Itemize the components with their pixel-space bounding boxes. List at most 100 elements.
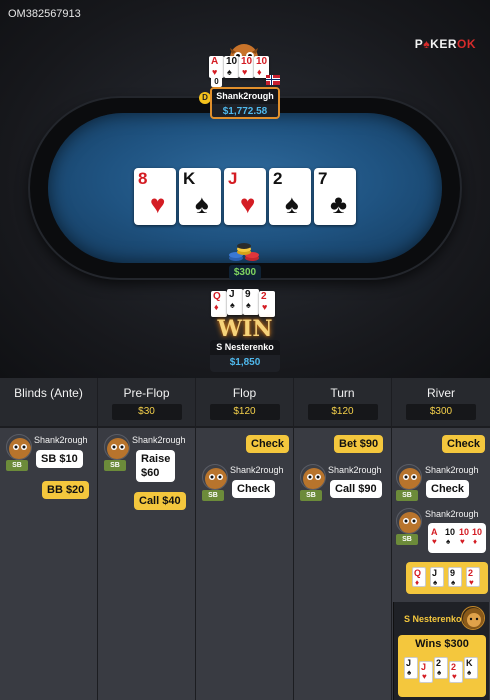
column-title: Turn bbox=[330, 386, 355, 400]
spade-icon: ♠ bbox=[467, 668, 472, 677]
hero-stack: $1,850 bbox=[229, 357, 261, 368]
owl-avatar-icon bbox=[396, 464, 422, 490]
owl-avatar-icon bbox=[300, 464, 326, 490]
column-title: Blinds (Ante) bbox=[14, 386, 83, 400]
winning-board-card: 2 ♠ bbox=[434, 657, 448, 679]
column-pot: $300 bbox=[406, 404, 476, 420]
card-rank: Q bbox=[213, 291, 221, 302]
spade-icon: ♠ bbox=[246, 300, 251, 310]
diamond-icon: ♦ bbox=[257, 67, 262, 77]
card-rank: 7 bbox=[318, 169, 328, 188]
card-rank: Q bbox=[414, 568, 422, 578]
villain-card-2: 10 ♠ bbox=[224, 56, 239, 78]
action-bubble-hero: Check bbox=[442, 435, 486, 453]
showdown-card: 10 ♠ bbox=[444, 527, 458, 547]
spade-icon: ♠ bbox=[437, 668, 442, 677]
action-bubble: SB $10 bbox=[36, 450, 83, 468]
pot-amount: $300 bbox=[229, 265, 261, 280]
column-pot: $120 bbox=[307, 404, 378, 420]
heart-icon: ♥ bbox=[242, 67, 248, 77]
club-icon: ♣ bbox=[330, 189, 348, 219]
position-badge: SB bbox=[6, 460, 28, 471]
hero-card-3: 9 ♠ bbox=[243, 289, 259, 315]
player-name: Shank2rough bbox=[328, 465, 382, 475]
column-title: River bbox=[426, 386, 455, 400]
owl-avatar-icon bbox=[202, 464, 228, 490]
action-bubble-hero: Bet $90 bbox=[334, 435, 384, 453]
chip-stack-icon bbox=[226, 242, 262, 264]
action-bubble: Call $90 bbox=[330, 480, 382, 498]
position-badge: SB bbox=[104, 460, 126, 471]
board-card-1: 8 ♥ bbox=[134, 168, 176, 225]
norway-flag-icon bbox=[266, 75, 280, 85]
column-header: Flop $120 bbox=[196, 378, 293, 428]
position-badge: SB bbox=[396, 490, 418, 501]
spade-icon: ♠ bbox=[285, 189, 299, 219]
card-rank: 10 bbox=[241, 56, 253, 67]
winner-summary: S Nesterenko Wins $300 J ♠ J ♥ 2 ♠ 2 ♥ K ♠ bbox=[393, 602, 489, 700]
heart-icon: ♥ bbox=[422, 672, 427, 681]
card-rank: J bbox=[228, 169, 238, 188]
logo-text-ker: KER bbox=[430, 37, 457, 51]
card-rank: K bbox=[183, 169, 196, 188]
column-pot: $30 bbox=[111, 404, 182, 420]
action-bubble-hero: Check bbox=[246, 435, 290, 453]
column-title: Flop bbox=[232, 386, 257, 400]
villain-nameplate[interactable]: Shank2rough $1,772.58 bbox=[210, 87, 280, 119]
card-rank: 8 bbox=[138, 169, 148, 188]
column-header: Blinds (Ante) bbox=[0, 378, 97, 428]
card-rank: 2 bbox=[451, 662, 457, 672]
action-bubble: Check bbox=[232, 480, 276, 498]
action-bubble: Check bbox=[426, 480, 470, 498]
board-card-2: K ♠ bbox=[179, 168, 221, 225]
heart-icon: ♥ bbox=[460, 537, 465, 546]
action-bubble-hero: Call $40 bbox=[134, 492, 186, 510]
card-rank: A bbox=[431, 527, 438, 537]
board-card-4: 2 ♠ bbox=[269, 168, 311, 225]
villain-name: Shank2rough bbox=[212, 89, 278, 104]
wins-label: Wins $300 bbox=[415, 638, 469, 650]
villain-stack: $1,772.58 bbox=[222, 106, 268, 117]
card-rank: 2 bbox=[468, 568, 474, 578]
winning-board-card: 2 ♥ bbox=[449, 661, 463, 683]
board-card-3: J ♥ bbox=[224, 168, 266, 225]
owl-avatar-icon bbox=[6, 434, 32, 460]
card-rank: J bbox=[406, 658, 412, 668]
flag-cross-v-inner bbox=[271, 75, 272, 85]
card-rank: K bbox=[466, 658, 473, 668]
heart-icon: ♥ bbox=[452, 672, 457, 681]
player-name: Shank2rough bbox=[230, 465, 284, 475]
position-badge: SB bbox=[300, 490, 322, 501]
spade-icon: ♠ bbox=[433, 578, 438, 587]
column-header: Turn $120 bbox=[294, 378, 391, 428]
column-header: River $300 bbox=[392, 378, 490, 428]
hero-nameplate[interactable]: S Nesterenko $1,850 bbox=[210, 340, 280, 372]
heart-icon: ♥ bbox=[150, 189, 166, 219]
card-rank: 10 bbox=[459, 527, 470, 537]
hand-history-panel: Blinds (Ante) SB Shank2rough SB $10 BB $… bbox=[0, 378, 490, 700]
column-title: Pre-Flop bbox=[123, 386, 170, 400]
hero-card-4: 2 ♥ bbox=[259, 291, 275, 317]
diamond-icon: ♦ bbox=[214, 302, 219, 312]
owl-avatar-icon bbox=[396, 508, 422, 534]
spade-icon: ♠ bbox=[446, 537, 451, 546]
showdown-card: 10 ♦ bbox=[471, 527, 485, 547]
winning-board-card: J ♥ bbox=[419, 661, 433, 683]
column-turn: Turn $120 Bet $90 SB Shank2rough Call $90 bbox=[294, 378, 392, 700]
wins-panel: Wins $300 J ♠ J ♥ 2 ♠ 2 ♥ K ♠ bbox=[398, 635, 486, 697]
hand-id: OM382567913 bbox=[8, 8, 81, 20]
lion-avatar-icon bbox=[461, 606, 485, 630]
hero-showdown-cards: Q ♦ J ♠ 9 ♠ 2 ♥ bbox=[406, 562, 488, 594]
villain-card-1: A ♥ bbox=[209, 56, 224, 78]
player-name: Shank2rough bbox=[425, 509, 479, 519]
spade-icon: ♠ bbox=[227, 67, 232, 77]
villain-card-count: 0 bbox=[211, 76, 222, 87]
diamond-icon: ♦ bbox=[415, 578, 420, 587]
diamond-icon: ♦ bbox=[473, 537, 478, 546]
showdown-card: 9 ♠ bbox=[448, 567, 462, 587]
showdown-card: Q ♦ bbox=[412, 567, 426, 587]
position-badge: SB bbox=[396, 534, 418, 545]
card-rank: 9 bbox=[245, 289, 251, 300]
showdown-card: 2 ♥ bbox=[466, 567, 480, 587]
hero-card-1: Q ♦ bbox=[211, 291, 227, 317]
